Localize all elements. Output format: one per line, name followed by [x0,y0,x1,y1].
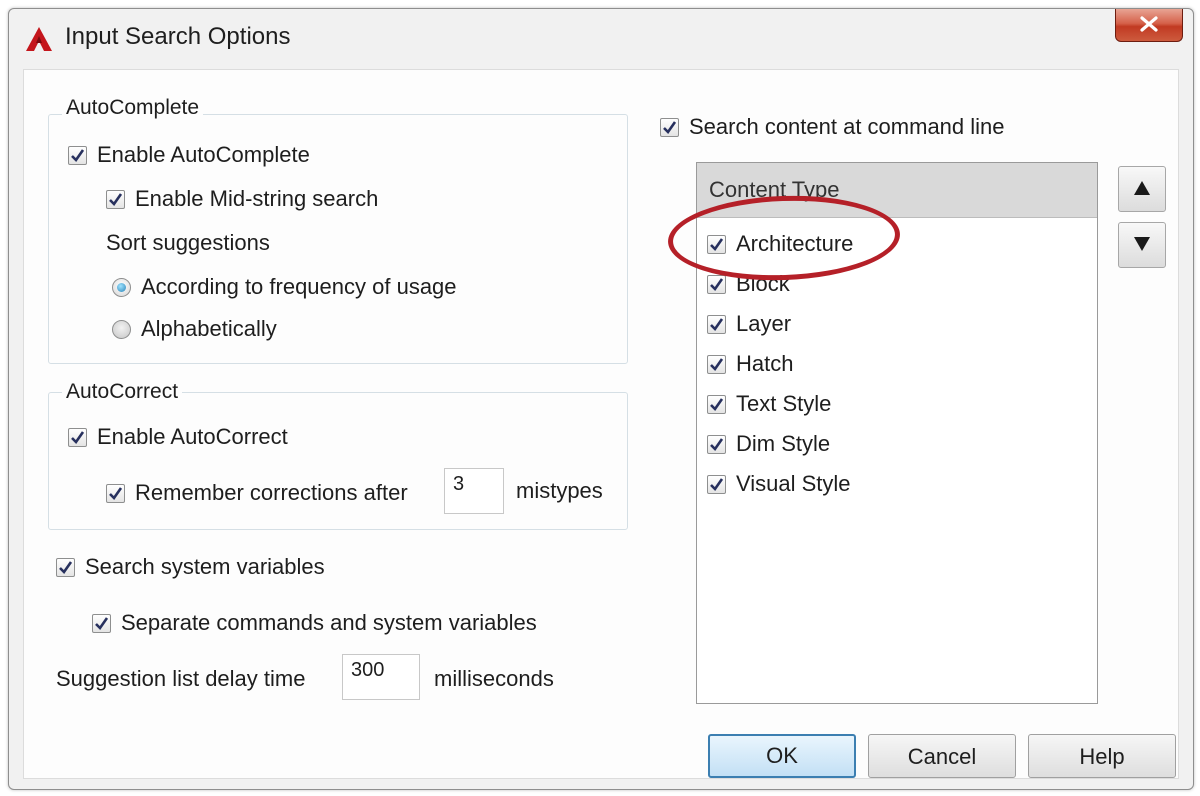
enable-autocorrect-label: Enable AutoCorrect [97,424,288,449]
autocorrect-legend: AutoCorrect [62,380,183,404]
remember-corrections-checkbox[interactable]: Remember corrections after [106,480,408,506]
checkbox-box[interactable] [56,557,75,577]
title-bar[interactable]: Input Search Options [9,9,1193,67]
content-item-dim-style[interactable]: Dim Style [707,431,830,457]
search-content-label: Search content at command line [689,114,1005,139]
delay-time-label: Suggestion list delay time [56,666,306,691]
autocomplete-legend: AutoComplete [62,96,204,120]
remember-corrections-label: Remember corrections after [135,480,408,505]
checkbox-box[interactable] [707,274,726,294]
autocorrect-group [48,392,628,530]
milliseconds-label: milliseconds [434,666,554,691]
mid-string-search-label: Enable Mid-string search [135,186,379,211]
sort-frequency-label: According to frequency of usage [141,274,457,299]
delay-time-input[interactable]: 300 [342,654,420,700]
search-system-variables-checkbox[interactable]: Search system variables [56,554,325,580]
checkmark-icon [71,148,85,162]
search-content-checkbox[interactable]: Search content at command line [660,114,1005,140]
checkmark-icon [710,277,724,291]
arrow-down-icon [1134,237,1150,251]
content-item-label: Dim Style [736,431,831,456]
content-item-label: Layer [736,311,792,336]
help-button[interactable]: Help [1028,734,1176,778]
checkmark-icon [59,560,73,574]
dialog-body: AutoComplete Enable AutoComplete Enable … [23,69,1179,779]
checkmark-icon [109,486,123,500]
checkbox-box[interactable] [92,613,111,633]
checkmark-icon [109,192,123,206]
checkmark-icon [95,616,109,630]
content-item-text-style[interactable]: Text Style [707,391,831,417]
window-title: Input Search Options [65,23,291,50]
close-icon [1140,16,1158,32]
checkbox-box[interactable] [106,189,125,209]
sort-suggestions-label: Sort suggestions [106,230,270,255]
mistypes-label: mistypes [516,478,603,503]
content-item-label: Hatch [736,351,794,376]
enable-autocomplete-checkbox[interactable]: Enable AutoComplete [68,142,310,168]
content-item-visual-style[interactable]: Visual Style [707,471,851,497]
arrow-up-icon [1134,181,1150,195]
enable-autocorrect-checkbox[interactable]: Enable AutoCorrect [68,424,288,450]
checkbox-box[interactable] [707,474,726,494]
sort-alphabetically-radio[interactable]: Alphabetically [112,316,277,342]
sort-frequency-radio[interactable]: According to frequency of usage [112,274,457,300]
move-up-button[interactable] [1118,166,1166,212]
checkmark-icon [710,437,724,451]
checkbox-box[interactable] [707,394,726,414]
separate-commands-label: Separate commands and system variables [121,610,537,635]
sort-alphabetically-label: Alphabetically [141,316,277,341]
checkmark-icon [710,477,724,491]
content-item-layer[interactable]: Layer [707,311,791,337]
cancel-button[interactable]: Cancel [868,734,1016,778]
checkmark-icon [710,317,724,331]
separate-commands-checkbox[interactable]: Separate commands and system variables [92,610,537,636]
checkbox-box[interactable] [707,314,726,334]
content-item-hatch[interactable]: Hatch [707,351,793,377]
checkbox-box[interactable] [68,145,87,165]
content-item-label: Visual Style [736,471,851,496]
radio-button-selected[interactable] [112,277,131,297]
autocad-a-icon [26,27,52,51]
dialog-window: Input Search Options AutoComplete Enable… [8,8,1194,790]
checkmark-icon [71,430,85,444]
content-item-label: Text Style [736,391,832,416]
checkbox-box[interactable] [68,427,87,447]
checkbox-box[interactable] [707,434,726,454]
checkbox-box[interactable] [106,483,125,503]
checkbox-box[interactable] [660,117,679,137]
checkmark-icon [663,120,677,134]
checkmark-icon [710,397,724,411]
checkbox-box[interactable] [707,354,726,374]
ok-button[interactable]: OK [708,734,856,778]
move-down-button[interactable] [1118,222,1166,268]
search-system-variables-label: Search system variables [85,554,325,579]
enable-autocomplete-label: Enable AutoComplete [97,142,310,167]
close-button[interactable] [1115,9,1183,42]
checkmark-icon [710,357,724,371]
mistypes-count-input[interactable]: 3 [444,468,504,514]
radio-button[interactable] [112,319,131,339]
mid-string-search-checkbox[interactable]: Enable Mid-string search [106,186,378,212]
